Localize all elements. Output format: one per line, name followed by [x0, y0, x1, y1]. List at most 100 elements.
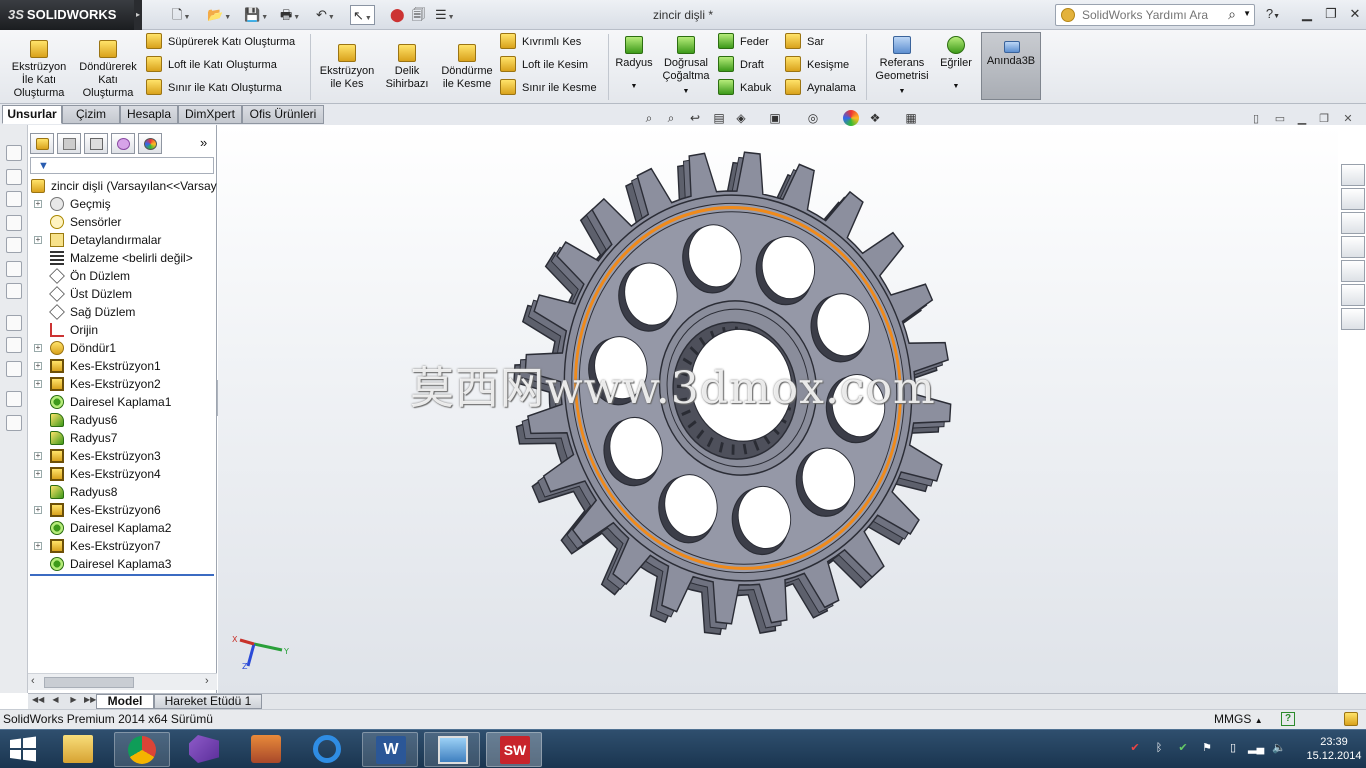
view-palette-icon[interactable]: [1341, 260, 1365, 282]
file-explorer-icon[interactable]: [1341, 236, 1365, 258]
tree-item[interactable]: Sensörler: [28, 213, 217, 231]
tree-item[interactable]: Dairesel Kaplama1: [28, 393, 217, 411]
tree-item[interactable]: + Kes-Ekstrüzyon6: [28, 501, 217, 519]
open-folder-icon[interactable]: 📂▼: [207, 5, 231, 25]
ref-geometry-dropdown-icon[interactable]: ▼: [870, 85, 934, 98]
expand-toggle-icon[interactable]: +: [34, 470, 42, 478]
taskbar-photo-viewer[interactable]: [424, 732, 480, 767]
display-manager-tab[interactable]: [138, 133, 162, 154]
cube-view-icon[interactable]: [6, 145, 22, 161]
design-library-icon[interactable]: [1341, 212, 1365, 234]
viewport-link-icon[interactable]: ▭: [1272, 112, 1288, 126]
tree-root-part[interactable]: zincir dişli (Varsayılan<<Varsayılan>: [28, 177, 217, 195]
tree-item[interactable]: Ön Düzlem: [28, 267, 217, 285]
viewport-restore-icon[interactable]: ❐: [1316, 112, 1332, 126]
cube-view-icon[interactable]: [6, 215, 22, 231]
home-icon[interactable]: [1341, 188, 1365, 210]
feature-filter-input[interactable]: ▼: [30, 157, 214, 174]
tree-item[interactable]: + Kes-Ekstrüzyon2: [28, 375, 217, 393]
file-properties-icon[interactable]: 🗐: [412, 5, 425, 25]
network-signal-icon[interactable]: ▂▄: [1248, 741, 1264, 755]
security-tray-icon[interactable]: ✔: [1176, 741, 1190, 755]
loft-cut-button[interactable]: Loft ile Kesim: [500, 55, 588, 75]
shell-button[interactable]: Kabuk: [718, 78, 771, 98]
custom-properties-icon[interactable]: [1341, 308, 1365, 330]
display-style-icon[interactable]: ▣: [767, 110, 783, 126]
cube-view-icon[interactable]: [6, 169, 22, 185]
scroll-thumb[interactable]: [44, 677, 134, 688]
search-dropdown-icon[interactable]: ▼: [1243, 9, 1251, 18]
rollback-bar[interactable]: [30, 574, 214, 576]
linear-pattern-button[interactable]: Doğrusal Çoğaltma ▼: [658, 36, 714, 98]
revolve-boss-button[interactable]: Döndürerek Katı Oluşturma: [74, 40, 142, 100]
unit-system-selector[interactable]: MMGS ▲: [1214, 710, 1263, 730]
expand-toggle-icon[interactable]: +: [34, 362, 42, 370]
close-button[interactable]: ✕: [1344, 4, 1366, 24]
expand-toggle-icon[interactable]: +: [34, 236, 42, 244]
battery-icon[interactable]: ▯: [1226, 741, 1240, 755]
tab-features[interactable]: Unsurlar: [2, 105, 62, 124]
help-search-box[interactable]: ⌕ ▼: [1055, 4, 1255, 26]
curves-dropdown-icon[interactable]: ▼: [936, 80, 976, 93]
revolve-cut-button[interactable]: Döndürme ile Kesme: [436, 44, 498, 91]
cube-view-icon[interactable]: [6, 191, 22, 207]
tab-office-products[interactable]: Ofis Ürünleri: [242, 105, 324, 124]
expand-toggle-icon[interactable]: +: [34, 380, 42, 388]
quick-tips-icon[interactable]: [1344, 712, 1358, 726]
new-document-icon[interactable]: 🗋▼: [172, 5, 190, 25]
tree-item[interactable]: Dairesel Kaplama3: [28, 555, 217, 573]
hide-show-items-icon[interactable]: ◎: [805, 110, 821, 126]
scroll-right-icon[interactable]: ›: [205, 675, 209, 687]
smart-dimension-icon[interactable]: [6, 337, 22, 353]
cut-icon[interactable]: [6, 415, 22, 431]
help-status-icon[interactable]: ?: [1281, 712, 1295, 726]
tree-item[interactable]: + Kes-Ekstrüzyon4: [28, 465, 217, 483]
rebuild-icon[interactable]: ⬤: [390, 5, 405, 25]
save-icon[interactable]: 💾▼: [244, 5, 268, 25]
extrude-cut-button[interactable]: Ekstrüzyon ile Kes: [316, 44, 378, 91]
property-manager-tab[interactable]: [57, 133, 81, 154]
cube-view-icon[interactable]: [6, 237, 22, 253]
taskbar-file-explorer[interactable]: [50, 732, 106, 767]
taskbar-internet-explorer[interactable]: [300, 732, 356, 767]
antivirus-tray-icon[interactable]: ✔: [1128, 741, 1142, 755]
windows-start-button[interactable]: [8, 736, 38, 762]
dimxpert-manager-tab[interactable]: [111, 133, 135, 154]
viewport-minimize-icon[interactable]: ▁: [1294, 112, 1310, 126]
relations-icon[interactable]: [6, 361, 22, 377]
tree-item[interactable]: Radyus8: [28, 483, 217, 501]
more-tabs-icon[interactable]: »: [200, 135, 207, 150]
undo-icon[interactable]: ↶▼: [316, 5, 335, 25]
tree-item[interactable]: + Döndür1: [28, 339, 217, 357]
tree-item[interactable]: Radyus6: [28, 411, 217, 429]
rib-button[interactable]: Feder: [718, 32, 769, 52]
zoom-to-fit-icon[interactable]: ⌕: [641, 110, 657, 126]
scroll-left-icon[interactable]: ‹: [31, 675, 35, 687]
boundary-cut-button[interactable]: Sınır ile Kesme: [500, 78, 597, 98]
select-pointer-icon[interactable]: ↖▼: [350, 5, 375, 25]
loft-boss-button[interactable]: Loft ile Katı Oluşturma: [146, 55, 277, 75]
options-icon[interactable]: ☰▼: [435, 5, 455, 25]
tab-dimxpert[interactable]: DimXpert: [178, 105, 242, 124]
tree-horizontal-scrollbar[interactable]: ‹ ›: [28, 673, 217, 690]
fillet-dropdown-icon[interactable]: ▼: [612, 80, 656, 93]
help-search-input[interactable]: [1082, 8, 1232, 22]
tree-item[interactable]: Radyus7: [28, 429, 217, 447]
tree-item[interactable]: Malzeme <belirli değil>: [28, 249, 217, 267]
prev-tab-icon[interactable]: ◀: [50, 695, 61, 707]
viewport-close-icon[interactable]: ✕: [1340, 112, 1356, 126]
solidworks-logo[interactable]: 3S SOLIDWORKS: [0, 0, 134, 30]
bluetooth-tray-icon[interactable]: ᛒ: [1152, 741, 1166, 755]
tree-item[interactable]: + Kes-Ekstrüzyon1: [28, 357, 217, 375]
menu-expand-arrow[interactable]: ▸: [134, 0, 142, 30]
tree-item[interactable]: Sağ Düzlem: [28, 303, 217, 321]
first-tab-icon[interactable]: ◀◀: [32, 695, 44, 707]
solidworks-resources-icon[interactable]: [1341, 164, 1365, 186]
tree-item[interactable]: + Kes-Ekstrüzyon7: [28, 537, 217, 555]
pattern-dropdown-icon[interactable]: ▼: [658, 85, 714, 98]
sketch-icon[interactable]: [6, 315, 22, 331]
last-tab-icon[interactable]: ▶▶: [84, 695, 96, 707]
system-clock[interactable]: 23:39 15.12.2014: [1304, 735, 1364, 763]
tree-item[interactable]: + Kes-Ekstrüzyon3: [28, 447, 217, 465]
taskbar-solidworks[interactable]: SW: [486, 732, 542, 767]
